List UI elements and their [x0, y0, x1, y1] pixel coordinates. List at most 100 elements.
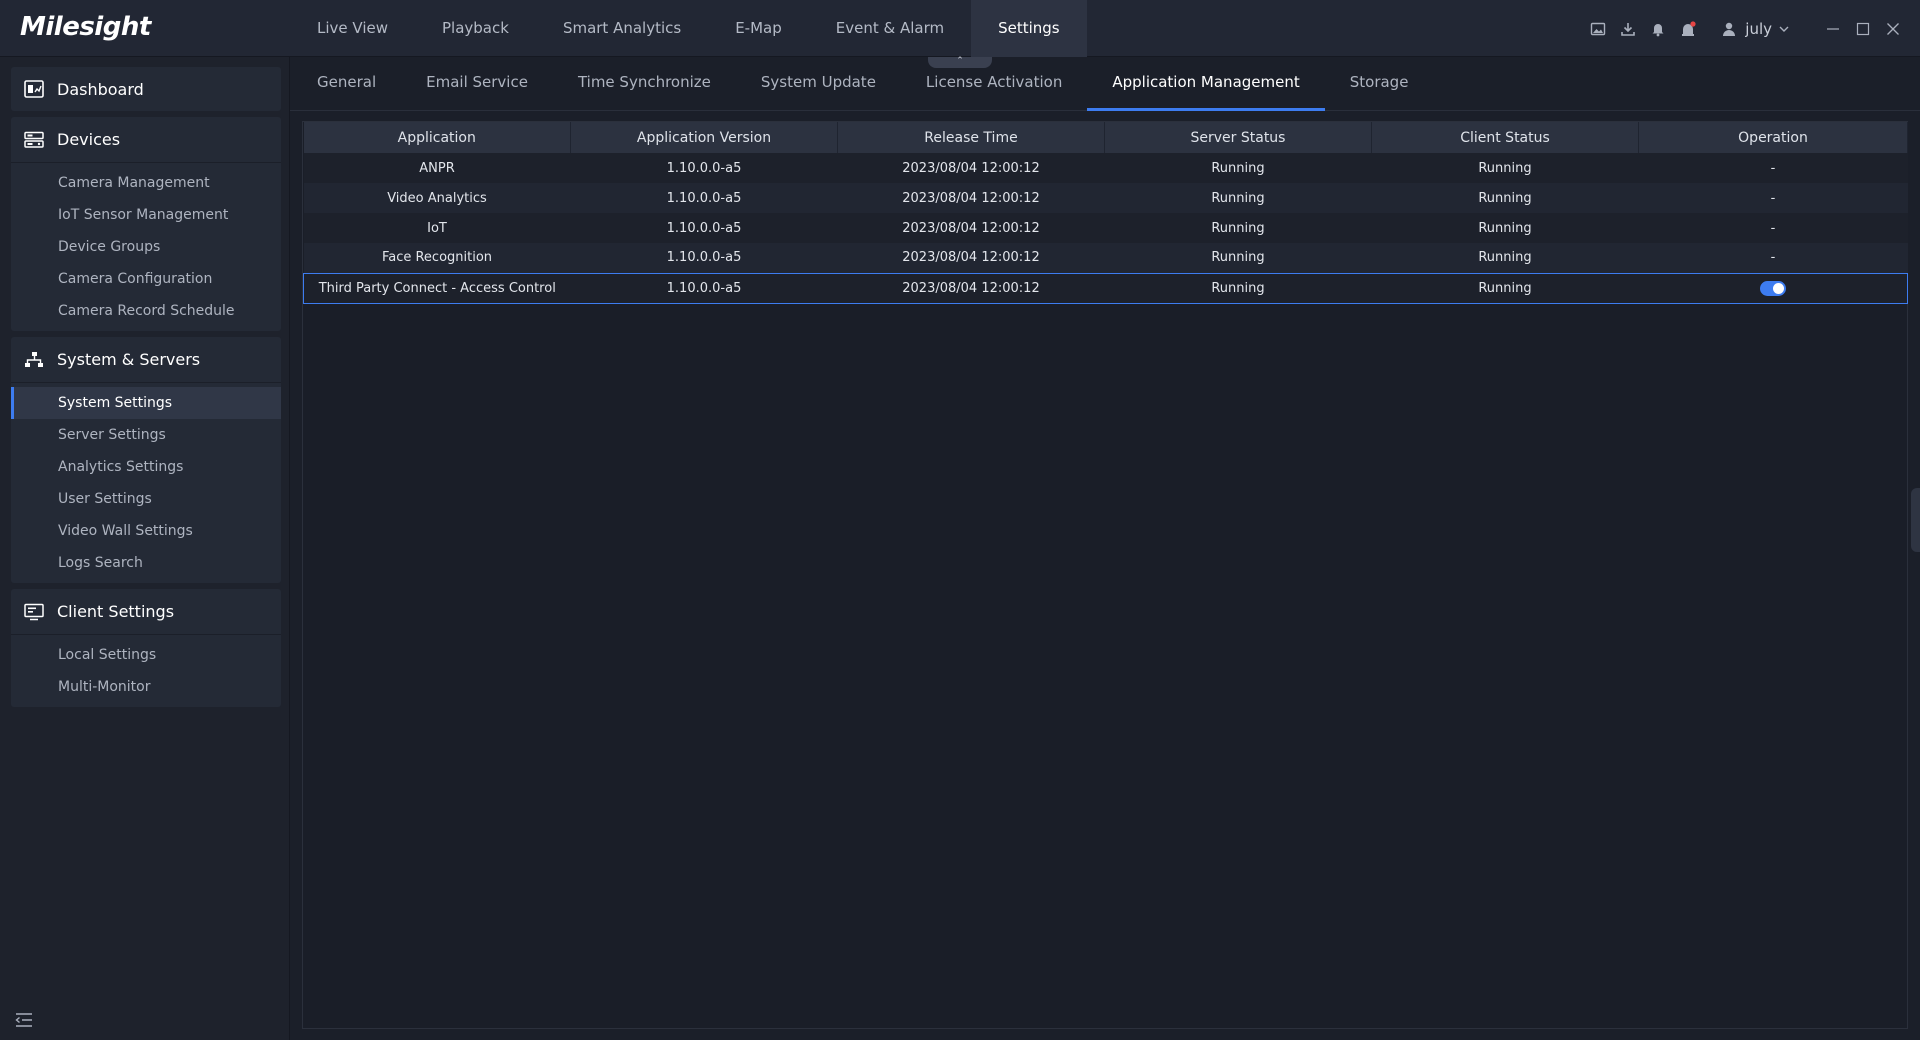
sidebar-item-analytics-settings[interactable]: Analytics Settings: [11, 451, 281, 483]
cell-operation: -: [1638, 183, 1908, 213]
sidebar-item-camera-record-schedule[interactable]: Camera Record Schedule: [11, 295, 281, 327]
right-panel-handle[interactable]: [1911, 488, 1920, 552]
tab-application-management[interactable]: Application Management: [1087, 57, 1326, 111]
user-icon: [1723, 22, 1736, 36]
sidebar-item-camera-management[interactable]: Camera Management: [11, 167, 281, 199]
table-row[interactable]: ANPR 1.10.0.0-a5 2023/08/04 12:00:12 Run…: [303, 153, 1908, 183]
bell-icon[interactable]: [1643, 0, 1673, 57]
cell-server-status: Running: [1104, 272, 1372, 304]
table-row[interactable]: IoT 1.10.0.0-a5 2023/08/04 12:00:12 Runn…: [303, 213, 1908, 243]
nav-playback[interactable]: Playback: [415, 0, 536, 57]
minimize-icon[interactable]: [1818, 0, 1848, 57]
sidebar-client-label: Client Settings: [57, 602, 175, 621]
tab-storage[interactable]: Storage: [1325, 57, 1434, 111]
system-servers-icon: [23, 350, 45, 370]
sidebar-client-header[interactable]: Client Settings: [11, 589, 281, 635]
milesight-logo: Milesight: [20, 12, 151, 42]
main-nav: Live View Playback Smart Analytics E-Map…: [290, 0, 1087, 57]
column-header-release-time: Release Time: [837, 122, 1105, 153]
application-table-panel: Application Application Version Release …: [302, 121, 1908, 1029]
application-table: Application Application Version Release …: [303, 122, 1908, 304]
table-row-selected[interactable]: Third Party Connect - Access Control 1.1…: [303, 272, 1908, 304]
client-settings-icon: [23, 602, 45, 622]
cell-release-time: 2023/08/04 12:00:12: [837, 153, 1105, 183]
cell-client-status: Running: [1371, 153, 1639, 183]
cell-application: Face Recognition: [303, 243, 571, 273]
devices-icon: [23, 130, 45, 150]
client-list: Local Settings Multi-Monitor: [11, 635, 281, 707]
tab-license-activation[interactable]: License Activation: [901, 57, 1087, 111]
cell-release-time: 2023/08/04 12:00:12: [837, 243, 1105, 273]
tab-system-update[interactable]: System Update: [736, 57, 901, 111]
cell-operation: -: [1638, 243, 1908, 273]
sidebar-item-system-settings[interactable]: System Settings: [11, 387, 281, 419]
column-header-operation: Operation: [1638, 122, 1908, 153]
cell-version: 1.10.0.0-a5: [570, 243, 838, 273]
sidebar: Dashboard Devices Camera Management IoT …: [0, 57, 290, 1040]
sidebar-dashboard[interactable]: Dashboard: [11, 67, 281, 111]
sidebar-devices-header[interactable]: Devices: [11, 117, 281, 163]
sidebar-system-header[interactable]: System & Servers: [11, 337, 281, 383]
user-name: july: [1745, 19, 1772, 38]
cell-release-time: 2023/08/04 12:00:12: [837, 183, 1105, 213]
column-header-client-status: Client Status: [1371, 122, 1639, 153]
cell-client-status: Running: [1371, 213, 1639, 243]
cell-version: 1.10.0.0-a5: [570, 213, 838, 243]
cell-operation: [1638, 272, 1908, 304]
sidebar-item-video-wall-settings[interactable]: Video Wall Settings: [11, 515, 281, 547]
tab-time-synchronize[interactable]: Time Synchronize: [553, 57, 736, 111]
close-icon[interactable]: [1878, 0, 1908, 57]
tab-general[interactable]: General: [292, 57, 401, 111]
cell-client-status: Running: [1371, 243, 1639, 273]
nav-settings[interactable]: Settings: [971, 0, 1087, 57]
nav-event-alarm[interactable]: Event & Alarm: [809, 0, 971, 57]
system-list: System Settings Server Settings Analytic…: [11, 383, 281, 583]
settings-subtabs: General Email Service Time Synchronize S…: [290, 57, 1920, 111]
table-header-row: Application Application Version Release …: [303, 122, 1908, 153]
nav-live-view[interactable]: Live View: [290, 0, 415, 57]
sidebar-item-logs-search[interactable]: Logs Search: [11, 547, 281, 579]
system-servers-group: System & Servers System Settings Server …: [11, 337, 281, 583]
sidebar-collapse-icon[interactable]: [14, 1010, 34, 1030]
cell-client-status: Running: [1371, 183, 1639, 213]
sidebar-item-local-settings[interactable]: Local Settings: [11, 639, 281, 671]
download-icon[interactable]: [1613, 0, 1643, 57]
tab-email-service[interactable]: Email Service: [401, 57, 553, 111]
window-controls: [1818, 0, 1908, 57]
chevron-down-icon: [1779, 26, 1789, 32]
alarm-light-icon[interactable]: [1673, 0, 1703, 57]
cell-application: IoT: [303, 213, 571, 243]
sidebar-devices-label: Devices: [57, 130, 121, 149]
cell-application: Third Party Connect - Access Control: [303, 272, 571, 304]
sidebar-item-multi-monitor[interactable]: Multi-Monitor: [11, 671, 281, 703]
column-header-server-status: Server Status: [1104, 122, 1372, 153]
nav-smart-analytics[interactable]: Smart Analytics: [536, 0, 708, 57]
sidebar-dashboard-label: Dashboard: [57, 79, 144, 99]
cell-server-status: Running: [1104, 213, 1372, 243]
sidebar-item-camera-configuration[interactable]: Camera Configuration: [11, 263, 281, 295]
sidebar-item-device-groups[interactable]: Device Groups: [11, 231, 281, 263]
table-row[interactable]: Video Analytics 1.10.0.0-a5 2023/08/04 1…: [303, 183, 1908, 213]
access-control-toggle[interactable]: [1759, 280, 1786, 296]
user-menu[interactable]: july: [1721, 20, 1790, 38]
table-row[interactable]: Face Recognition 1.10.0.0-a5 2023/08/04 …: [303, 243, 1908, 273]
app-window: Milesight Live View Playback Smart Analy…: [0, 0, 1920, 1040]
dashboard-group: Dashboard: [11, 67, 281, 111]
nav-e-map[interactable]: E-Map: [708, 0, 809, 57]
cell-operation: -: [1638, 153, 1908, 183]
sidebar-item-iot-sensor-management[interactable]: IoT Sensor Management: [11, 199, 281, 231]
devices-group: Devices Camera Management IoT Sensor Man…: [11, 117, 281, 331]
cell-release-time: 2023/08/04 12:00:12: [837, 213, 1105, 243]
column-header-application: Application: [303, 122, 571, 153]
devices-list: Camera Management IoT Sensor Management …: [11, 163, 281, 331]
cell-server-status: Running: [1104, 153, 1372, 183]
maximize-icon[interactable]: [1848, 0, 1878, 57]
cell-version: 1.10.0.0-a5: [570, 272, 838, 304]
sidebar-item-server-settings[interactable]: Server Settings: [11, 419, 281, 451]
cell-application: ANPR: [303, 153, 571, 183]
sidebar-item-user-settings[interactable]: User Settings: [11, 483, 281, 515]
cell-operation: -: [1638, 213, 1908, 243]
image-icon[interactable]: [1583, 0, 1613, 57]
cell-server-status: Running: [1104, 183, 1372, 213]
sidebar-system-label: System & Servers: [57, 350, 201, 369]
